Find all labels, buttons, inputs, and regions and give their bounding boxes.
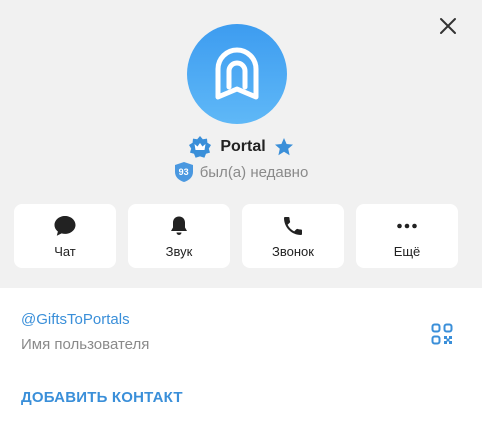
close-button[interactable] <box>432 10 464 42</box>
sound-button-label: Звук <box>165 243 193 259</box>
level-number: 93 <box>178 167 189 177</box>
bell-icon <box>171 216 187 235</box>
level-badge: 93 <box>174 161 194 183</box>
action-buttons: Чат Звук Звонок Ещё <box>14 204 468 268</box>
more-button-label: Ещё <box>393 243 421 259</box>
chat-bubble-icon <box>54 215 76 236</box>
chat-button[interactable]: Чат <box>14 204 116 268</box>
qr-code-button[interactable] <box>430 322 454 346</box>
avatar <box>187 24 287 124</box>
qr-code-icon <box>431 323 453 345</box>
add-contact-button[interactable]: ДОБАВИТЬ КОНТАКТ <box>21 389 183 406</box>
profile-name: Portal <box>220 138 266 155</box>
phone-icon <box>284 216 302 235</box>
close-icon <box>440 18 456 34</box>
star-icon <box>274 138 293 156</box>
name-row: Portal <box>0 134 482 160</box>
portal-logo-icon <box>215 47 259 100</box>
username-link[interactable]: @GiftsToPortals <box>21 311 461 328</box>
last-seen-status: был(а) недавно <box>199 163 309 181</box>
sound-button[interactable]: Звук <box>128 204 230 268</box>
status-row: 93 был(а) недавно <box>0 160 482 184</box>
profile-header: Portal 93 был(а) недавно Чат Звук Звонок… <box>0 0 482 288</box>
crown-badge-icon <box>189 136 212 158</box>
call-button-label: Звонок <box>272 243 314 259</box>
call-button[interactable]: Звонок <box>242 204 344 268</box>
more-dots-icon <box>397 223 417 228</box>
username-section: @GiftsToPortals Имя пользователя <box>21 311 461 353</box>
chat-button-label: Чат <box>54 243 76 259</box>
username-caption: Имя пользователя <box>21 336 150 353</box>
more-button[interactable]: Ещё <box>356 204 458 268</box>
